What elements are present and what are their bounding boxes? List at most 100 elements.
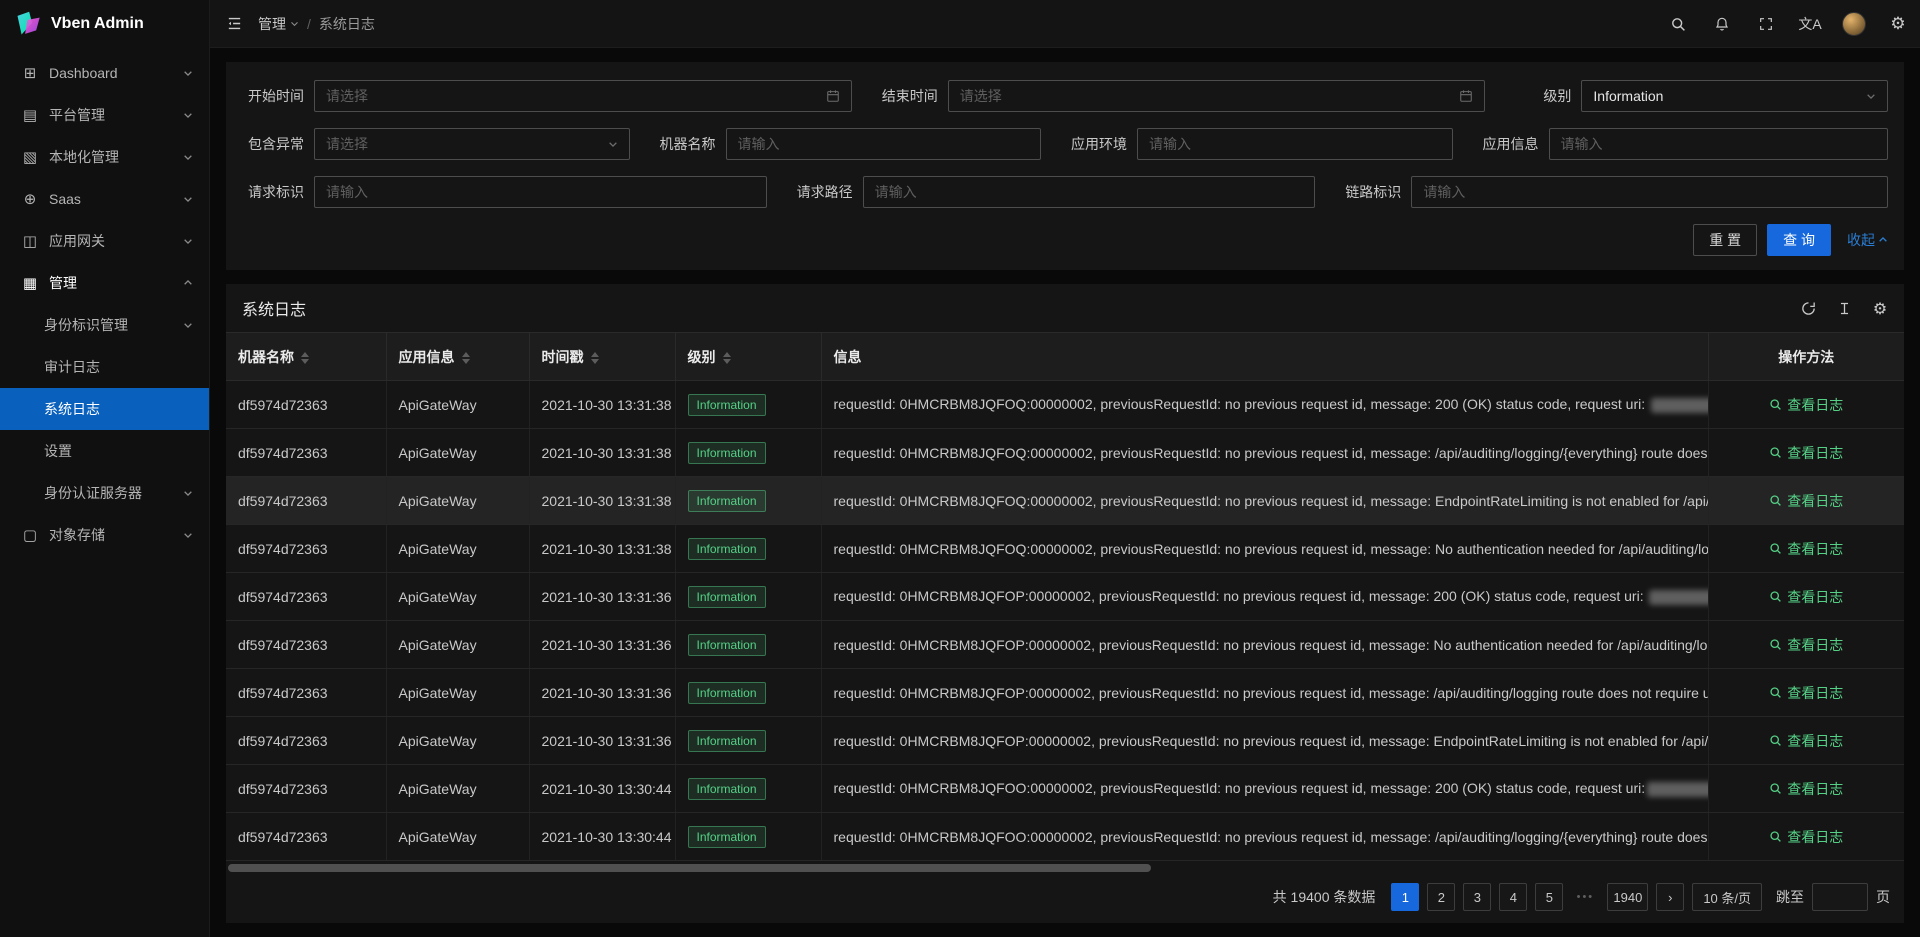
column-settings-icon[interactable]: ⚙ <box>1870 298 1890 318</box>
app-info-input[interactable] <box>1561 136 1877 152</box>
search-icon[interactable] <box>1656 0 1700 48</box>
chevron-down-icon <box>183 320 193 330</box>
sidebar-item-dashboard[interactable]: ⊞Dashboard <box>0 52 209 94</box>
log-table: 机器名称应用信息时间戳级别信息操作方法 df5974d72363ApiGateW… <box>226 332 1904 861</box>
horizontal-scrollbar-thumb[interactable] <box>228 864 1151 872</box>
start-time-input[interactable] <box>326 88 818 104</box>
machine-name-text-control[interactable] <box>726 128 1042 160</box>
query-button[interactable]: 查 询 <box>1767 224 1831 256</box>
view-log-label: 查看日志 <box>1787 587 1843 607</box>
table-title: 系统日志 <box>242 296 306 320</box>
sidebar-item-gateway[interactable]: ◫应用网关 <box>0 220 209 262</box>
translate-icon[interactable]: 文A <box>1788 0 1832 48</box>
message-text: requestId: 0HMCRBM8JQFOQ:00000002, previ… <box>834 396 1650 412</box>
end-time-input[interactable] <box>960 88 1452 104</box>
gear-icon[interactable]: ⚙ <box>1876 0 1920 48</box>
page-button-2[interactable]: 2 <box>1427 883 1455 911</box>
sidebar-item-management[interactable]: ▦管理 <box>0 262 209 304</box>
view-log-button[interactable]: 查看日志 <box>1769 731 1843 751</box>
chevron-up-icon <box>183 278 193 288</box>
sort-icon[interactable] <box>591 352 599 364</box>
page-ellipsis[interactable]: ••• <box>1571 883 1599 911</box>
cell-level: Information <box>675 429 821 477</box>
view-log-button[interactable]: 查看日志 <box>1769 779 1843 799</box>
view-log-button[interactable]: 查看日志 <box>1769 587 1843 607</box>
request-id-input[interactable] <box>326 184 755 200</box>
page-size-select[interactable]: 10 条/页 <box>1692 883 1762 911</box>
level-select-control[interactable]: Information <box>1581 80 1888 112</box>
sidebar-item-label: 设置 <box>44 441 193 461</box>
machine-name-input[interactable] <box>738 136 1030 152</box>
sidebar-item-object-storage[interactable]: ▢对象存储 <box>0 514 209 556</box>
jump-page-input[interactable] <box>1812 883 1868 911</box>
column-header-级别[interactable]: 级别 <box>675 333 821 381</box>
next-page-button[interactable]: › <box>1656 883 1684 911</box>
cell-message: requestId: 0HMCRBM8JQFOQ:00000002, previ… <box>821 381 1708 429</box>
page-button-3[interactable]: 3 <box>1463 883 1491 911</box>
collapse-label: 收起 <box>1847 230 1875 250</box>
chevron-down-icon <box>1866 91 1876 101</box>
reset-button[interactable]: 重 置 <box>1693 224 1757 256</box>
view-log-button[interactable]: 查看日志 <box>1769 683 1843 703</box>
page-button-4[interactable]: 4 <box>1499 883 1527 911</box>
start-time-date-control[interactable] <box>314 80 852 112</box>
app-info-text-control[interactable] <box>1549 128 1889 160</box>
app-logo[interactable]: Vben Admin <box>0 0 209 48</box>
avatar[interactable] <box>1832 0 1876 48</box>
column-header-label: 机器名称 <box>238 349 294 365</box>
trace-id-text-control[interactable] <box>1411 176 1888 208</box>
magnifier-icon <box>1769 398 1782 411</box>
app-env-input[interactable] <box>1149 136 1441 152</box>
column-header-时间戳[interactable]: 时间戳 <box>529 333 675 381</box>
cell-message: requestId: 0HMCRBM8JQFOP:00000002, previ… <box>821 573 1708 621</box>
table-row: df5974d72363ApiGateWay2021-10-30 13:31:3… <box>226 429 1904 477</box>
cell-timestamp: 2021-10-30 13:30:44 <box>529 813 675 861</box>
sidebar-item-settings[interactable]: 设置 <box>0 430 209 472</box>
view-log-button[interactable]: 查看日志 <box>1769 443 1843 463</box>
sidebar-item-audit-log[interactable]: 审计日志 <box>0 346 209 388</box>
request-id-text-control[interactable] <box>314 176 767 208</box>
end-time-date-control[interactable] <box>948 80 1486 112</box>
view-log-button[interactable]: 查看日志 <box>1769 395 1843 415</box>
page-button-5[interactable]: 5 <box>1535 883 1563 911</box>
sidebar-item-platform[interactable]: ▤平台管理 <box>0 94 209 136</box>
app-env-text-control[interactable] <box>1137 128 1453 160</box>
storage-icon: ▢ <box>20 528 40 543</box>
level-badge: Information <box>688 826 766 848</box>
cell-level: Information <box>675 573 821 621</box>
cell-actions: 查看日志 <box>1708 381 1904 429</box>
breadcrumb-root[interactable]: 管理 <box>258 14 299 34</box>
page-button-1[interactable]: 1 <box>1391 883 1419 911</box>
column-header-机器名称[interactable]: 机器名称 <box>226 333 386 381</box>
collapse-toggle[interactable]: 收起 <box>1847 230 1888 250</box>
column-height-icon[interactable] <box>1834 298 1854 318</box>
sort-icon[interactable] <box>301 352 309 364</box>
sort-icon[interactable] <box>462 352 470 364</box>
sort-icon[interactable] <box>723 352 731 364</box>
chevron-down-icon <box>290 19 299 28</box>
refresh-icon[interactable] <box>1798 298 1818 318</box>
sidebar-item-saas[interactable]: ⊕Saas <box>0 178 209 220</box>
view-log-button[interactable]: 查看日志 <box>1769 491 1843 511</box>
redacted-blur <box>1647 782 1708 797</box>
sidebar-item-system-log[interactable]: 系统日志 <box>0 388 209 430</box>
include-exception-select-control[interactable]: 请选择 <box>314 128 630 160</box>
view-log-button[interactable]: 查看日志 <box>1769 539 1843 559</box>
sidebar-item-localization[interactable]: ▧本地化管理 <box>0 136 209 178</box>
notification-bell-icon[interactable] <box>1700 0 1744 48</box>
request-path-text-control[interactable] <box>863 176 1316 208</box>
menu-fold-icon[interactable] <box>210 0 258 48</box>
fullscreen-icon[interactable] <box>1744 0 1788 48</box>
message-text: requestId: 0HMCRBM8JQFOO:00000002, previ… <box>834 780 1646 796</box>
page-button-1940[interactable]: 1940 <box>1607 883 1648 911</box>
trace-id-input[interactable] <box>1423 184 1876 200</box>
management-icon: ▦ <box>20 276 40 291</box>
sidebar-item-identity-management[interactable]: 身份标识管理 <box>0 304 209 346</box>
sidebar-item-auth-server[interactable]: 身份认证服务器 <box>0 472 209 514</box>
view-log-button[interactable]: 查看日志 <box>1769 635 1843 655</box>
column-header-应用信息[interactable]: 应用信息 <box>386 333 529 381</box>
request-path-input[interactable] <box>875 184 1304 200</box>
filter-label-app-info: 应用信息 <box>1477 134 1549 154</box>
view-log-button[interactable]: 查看日志 <box>1769 827 1843 847</box>
view-log-label: 查看日志 <box>1787 491 1843 511</box>
